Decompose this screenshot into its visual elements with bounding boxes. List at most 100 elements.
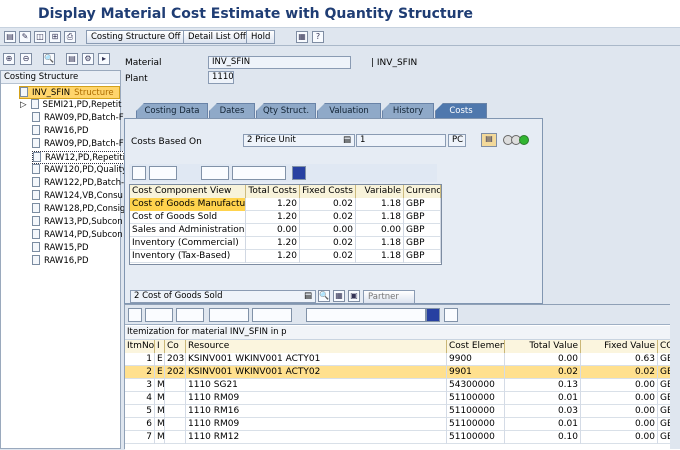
cell: 0.01 <box>505 392 581 405</box>
table-icon[interactable]: ▦ <box>333 290 345 302</box>
cost-component-table: Cost Component View Total Costs Fixed Co… <box>129 184 442 265</box>
tree-root-item[interactable]: INV_SFIN Structure <box>19 86 120 99</box>
table-row[interactable]: 7 M 1110 RM12 51100000 0.10 0.00 GBP <box>125 431 680 444</box>
table-row[interactable]: 4 M 1110 RM09 51100000 0.01 0.00 GBP <box>125 392 680 405</box>
folder-icon <box>20 87 28 97</box>
itemization-toolbar <box>125 305 680 325</box>
detail-list-off-button[interactable]: Detail List Off <box>183 30 251 44</box>
change-icon[interactable]: ✎ <box>19 31 31 43</box>
display-icon[interactable]: ▤ <box>4 31 16 43</box>
table-row-selected[interactable]: 2 E 202 KSINV001 WKINV001 ACTY02 9901 0.… <box>125 366 680 379</box>
tree-item[interactable]: RAW16,PD <box>32 255 89 268</box>
settings-icon[interactable]: ⚙ <box>82 53 94 65</box>
cell: M <box>157 431 165 444</box>
print-export-icon[interactable] <box>232 166 286 180</box>
costing-structure-off-button[interactable]: Costing Structure Off <box>86 30 186 44</box>
tree-item[interactable]: RAW15,PD <box>32 242 89 255</box>
layout-icon[interactable]: ▤ <box>66 53 78 65</box>
cell: 7 <box>125 431 155 444</box>
cell: 1.18 <box>356 198 404 211</box>
column-header-fixed: Fixed Costs <box>300 185 356 198</box>
tree-item[interactable]: RAW16,PD <box>32 125 89 138</box>
cell <box>165 405 186 418</box>
sum-icon[interactable] <box>201 166 229 180</box>
find-icon[interactable]: 🔍 <box>43 53 55 65</box>
table-row[interactable]: Inventory (Commercial) 1.20 0.02 1.18 GB… <box>130 237 441 250</box>
costing-structure-tree: Costing Structure INV_SFIN Structure ▷ SEM… <box>0 70 164 449</box>
table-row[interactable]: Cost of Goods Sold 1.20 0.02 1.18 GBP <box>130 211 441 224</box>
sum-icon[interactable] <box>209 308 249 322</box>
help-icon[interactable]: ? <box>312 31 324 43</box>
cell <box>165 431 186 444</box>
details-icon[interactable] <box>128 308 142 322</box>
tab-dates[interactable]: Dates <box>209 103 255 119</box>
details-icon[interactable] <box>132 166 146 180</box>
expand-icon[interactable]: ⊕ <box>3 53 15 65</box>
price-unit-field[interactable]: 1 <box>356 134 446 147</box>
information-icon[interactable] <box>426 308 440 322</box>
cell <box>165 418 186 431</box>
layout-icon[interactable] <box>444 308 458 322</box>
tab-costing-data[interactable]: Costing Data <box>136 103 208 119</box>
tab-costs[interactable]: Costs <box>435 103 487 119</box>
tree-item[interactable]: RAW122,PD,Batch- <box>32 177 124 190</box>
table-row[interactable]: Inventory (Tax-Based) 1.20 0.02 1.18 GBP <box>130 250 441 263</box>
sort-icon[interactable] <box>145 308 173 322</box>
tree-header: Costing Structure <box>1 71 120 84</box>
document-icon <box>32 255 40 265</box>
find-icon[interactable] <box>149 166 177 180</box>
table-row[interactable]: Cost of Goods Manufactured 1.20 0.02 1.1… <box>130 198 441 211</box>
cell: KSINV001 WKINV001 ACTY01 <box>186 353 447 366</box>
tree-item[interactable]: RAW124,VB,Consu <box>32 190 123 203</box>
reference-icon[interactable]: ▦ <box>296 31 308 43</box>
partner-button[interactable]: Partner <box>363 290 415 304</box>
expand-right-icon[interactable]: ▸ <box>98 53 110 65</box>
table-row[interactable]: 3 M 1110 SG21 54300000 0.13 0.00 GBP <box>125 379 680 392</box>
cell: 1110 SG21 <box>186 379 447 392</box>
material-label: Material <box>125 58 162 68</box>
table-row[interactable]: Sales and Administration C... 0.00 0.00 … <box>130 224 441 237</box>
material-field[interactable]: INV_SFIN <box>208 56 351 69</box>
collapse-icon[interactable]: ⊖ <box>20 53 32 65</box>
material-description: | INV_SFIN <box>371 58 418 68</box>
export-icon[interactable] <box>306 308 426 322</box>
search-icon[interactable]: 🔍 <box>318 290 330 302</box>
cell: Cost of Goods Sold <box>130 211 246 224</box>
plant-field[interactable]: 1110 <box>208 71 234 84</box>
table-row[interactable]: 5 M 1110 RM16 51100000 0.03 0.00 GBP <box>125 405 680 418</box>
column-header-itemno: ItmNo <box>125 340 155 353</box>
tree-item[interactable]: RAW09,PD,Batch-F <box>32 138 124 151</box>
vertical-scrollbar[interactable] <box>670 46 680 449</box>
plant-label: Plant <box>125 74 148 84</box>
tab-qty-struct[interactable]: Qty Struct. <box>256 103 316 119</box>
tree-item[interactable]: RAW13,PD,Subcon <box>32 216 123 229</box>
cell: KSINV001 WKINV001 ACTY02 <box>186 366 447 379</box>
table-row[interactable]: 6 M 1110 RM09 51100000 0.01 0.00 GBP <box>125 418 680 431</box>
cell: 1.20 <box>246 237 300 250</box>
save-icon[interactable]: ◫ <box>34 31 46 43</box>
cell: 5 <box>125 405 155 418</box>
tree-item[interactable]: RAW128,PD,Consig <box>32 203 125 216</box>
costs-based-on-select[interactable]: 2 Price Unit ▤ <box>243 134 355 147</box>
print-icon[interactable]: ⎙ <box>64 31 76 43</box>
hold-button[interactable]: Hold <box>246 30 276 44</box>
cost-view-select[interactable]: 2 Cost of Goods Sold ▤ <box>130 290 316 303</box>
tab-valuation[interactable]: Valuation <box>317 103 381 119</box>
filter-icon[interactable] <box>176 308 204 322</box>
other-icon[interactable]: ⊞ <box>49 31 61 43</box>
column-header-view: Cost Component View <box>130 185 246 198</box>
column-header-i: I <box>155 340 165 353</box>
tree-item[interactable]: RAW14,PD,Subcon <box>32 229 123 242</box>
tab-history[interactable]: History <box>382 103 434 119</box>
cell: M <box>157 405 165 418</box>
cell: Inventory (Commercial) <box>130 237 246 250</box>
tree-item[interactable]: ▷ SEMI21,PD,Repetit <box>20 99 121 112</box>
information-icon[interactable] <box>292 166 306 180</box>
uom-field[interactable]: PC <box>448 134 466 147</box>
tree-item[interactable]: RAW120,PD,Quality <box>32 164 127 177</box>
print-icon[interactable] <box>252 308 292 322</box>
tree-item[interactable]: RAW09,PD,Batch-F <box>32 112 124 125</box>
layout-icon[interactable]: ▣ <box>348 290 360 302</box>
column-header-cost-element: Cost Element <box>447 340 505 353</box>
table-row[interactable]: 1 E 203 KSINV001 WKINV001 ACTY01 9900 0.… <box>125 353 680 366</box>
